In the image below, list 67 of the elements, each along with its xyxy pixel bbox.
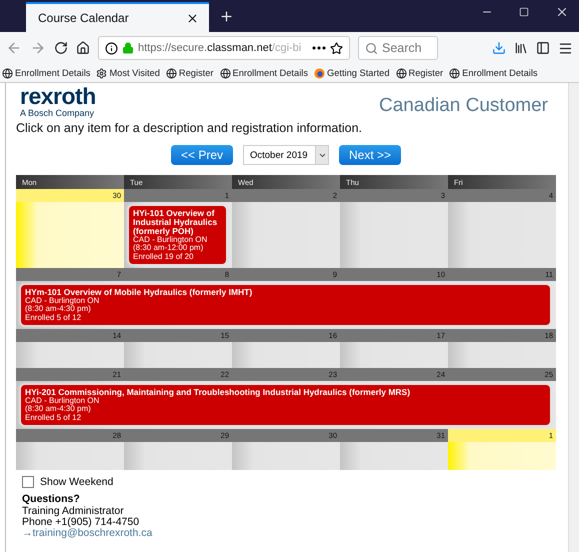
globe-icon [220, 68, 231, 78]
day-cell[interactable]: HYi-201 Commissioning, Maintaining and Troubleshooting Industrial Hydraulics (formerly MRS) CAD - Burlington ON (8:30 am-4:30 pm) Enrolled 5 of 12 [16, 381, 556, 430]
day-cell[interactable] [340, 442, 448, 470]
day-cell[interactable] [124, 442, 232, 470]
home-icon[interactable] [76, 41, 90, 55]
scrollbar[interactable] [568, 83, 579, 552]
logo: rexroth A Bosch Company [20, 85, 96, 118]
globe-icon [449, 68, 460, 78]
library-icon[interactable] [514, 41, 528, 55]
contact-phone: Phone +1(905) 714-4750 [22, 516, 140, 528]
back-icon[interactable] [6, 40, 22, 56]
chevron-down-icon [318, 152, 326, 158]
bookmark-link[interactable]: Register [166, 68, 214, 78]
course-event[interactable]: HYi-201 Commissioning, Maintaining and Troubleshooting Industrial Hydraulics (formerly MRS) CAD - Burlington ON (8:30 am-4:30 pm) Enrolled 5 of 12 [21, 385, 550, 426]
plus-icon[interactable] [219, 9, 234, 24]
next-button[interactable]: Next >> [339, 145, 402, 165]
day-cell[interactable] [124, 342, 232, 368]
bookmark-link[interactable]: Enrollment Details [2, 68, 90, 78]
globe-icon [396, 68, 407, 78]
course-event[interactable]: HYm-101 Overview of Mobile Hydraulics (formerly IMHT) CAD - Burlington ON (8:30 am-4:30 pm) Enrolled 5 of 12 [21, 285, 550, 326]
course-event[interactable]: HYi-101 Overview of Industrial Hydraulics (formerly POH) CAD - Burlington ON (8:30 am-12:00 pm) Enrolled 19 of 20 [129, 206, 226, 264]
day-cell[interactable] [16, 442, 124, 470]
day-cell[interactable] [340, 342, 448, 368]
prev-button[interactable]: << Prev [170, 145, 233, 165]
email-link[interactable]: →training@boschrexroth.ca [22, 527, 152, 540]
sidebar-icon[interactable] [536, 41, 550, 55]
show-weekend-checkbox[interactable]: Show Weekend [22, 476, 556, 488]
day-cell[interactable]: HYm-101 Overview of Mobile Hydraulics (formerly IMHT) CAD - Burlington ON (8:30 am-4:30 pm) Enrolled 5 of 12 [16, 281, 556, 330]
bookmark-link[interactable]: Getting Started [314, 68, 390, 78]
search-field[interactable]: Search [358, 36, 438, 60]
lock-icon [122, 42, 134, 54]
search-icon [365, 42, 378, 54]
address-field[interactable]: https://secure.classman.net/cgi-bi [98, 36, 350, 60]
bookmark-link[interactable]: Register [396, 68, 444, 78]
reload-icon[interactable] [54, 41, 68, 55]
day-cell[interactable] [16, 342, 124, 368]
bookmark-link[interactable]: Enrollment Details [220, 68, 308, 78]
more-icon[interactable] [312, 46, 326, 50]
day-cell[interactable] [448, 202, 556, 268]
globe-icon [2, 68, 13, 78]
day-cell[interactable] [16, 202, 124, 268]
day-cell[interactable] [232, 342, 340, 368]
forward-icon[interactable] [30, 40, 46, 56]
bookmark-link[interactable]: Enrollment Details [449, 68, 538, 78]
close-icon[interactable] [555, 5, 569, 19]
month-select[interactable]: October 2019 [243, 145, 329, 165]
browser-logo-icon [314, 68, 325, 78]
day-cell[interactable] [448, 342, 556, 368]
day-cell[interactable] [232, 202, 340, 268]
close-icon[interactable] [186, 12, 199, 24]
info-icon[interactable] [105, 42, 118, 54]
day-cell[interactable] [232, 442, 340, 470]
page-heading: Canadian Customer [379, 95, 548, 117]
download-icon[interactable] [492, 41, 506, 55]
star-icon[interactable] [330, 42, 343, 54]
day-cell[interactable] [448, 442, 556, 470]
gear-icon [96, 68, 108, 78]
instructions-text: Click on any item for a description and registration information. [16, 121, 363, 135]
globe-icon [166, 68, 177, 78]
browser-tab[interactable]: Course Calendar [26, 2, 209, 32]
contact-role: Training Administrator [22, 506, 125, 517]
day-cell[interactable] [340, 202, 448, 268]
menu-icon[interactable] [558, 40, 573, 56]
questions-heading: Questions? [22, 494, 81, 506]
maximize-icon[interactable] [519, 5, 529, 19]
day-cell[interactable]: HYi-101 Overview of Industrial Hydraulics (formerly POH) CAD - Burlington ON (8:30 am-12:00 pm) Enrolled 19 of 20 [124, 202, 232, 268]
bookmark-link[interactable]: Most Visited [96, 68, 160, 78]
